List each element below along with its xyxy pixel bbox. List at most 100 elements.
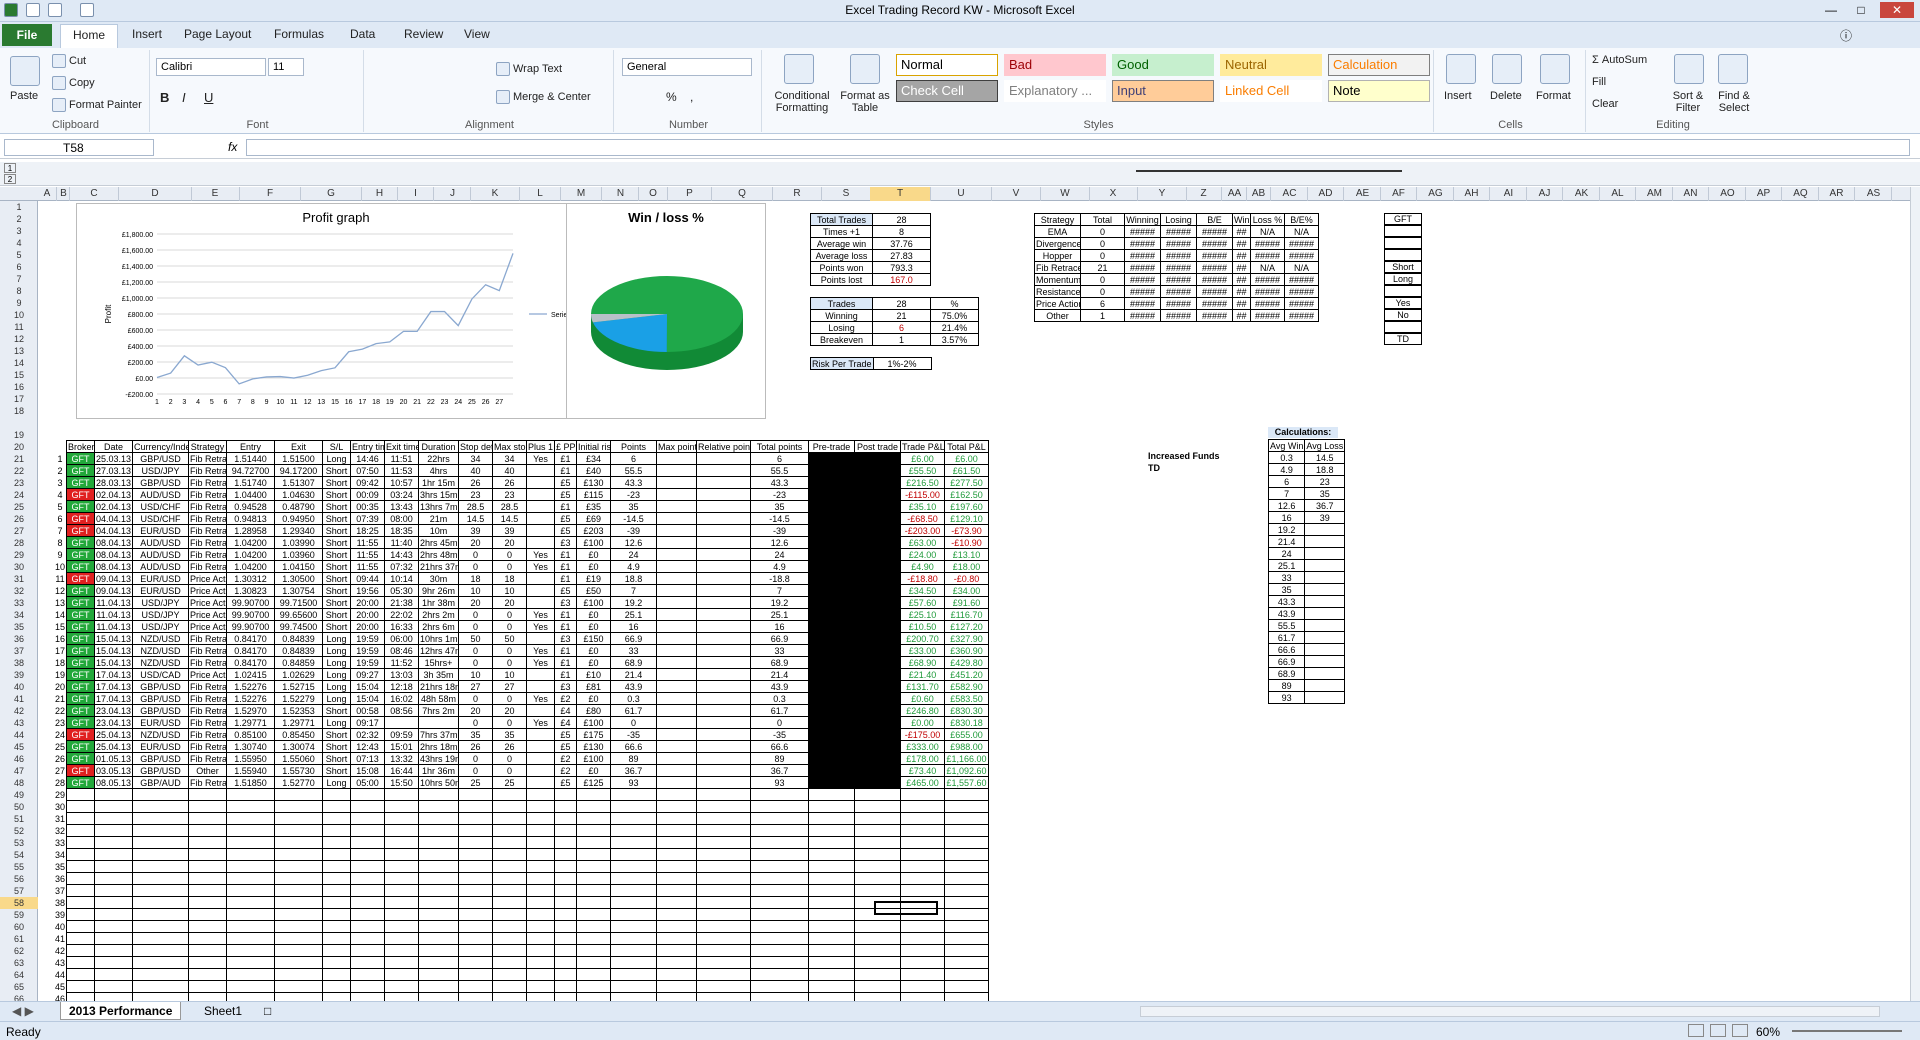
strategy-cell[interactable]: ##### bbox=[1250, 273, 1285, 286]
trade-cell[interactable]: 26 bbox=[492, 476, 528, 489]
trade-cell[interactable] bbox=[94, 836, 134, 849]
trade-cell[interactable] bbox=[384, 884, 420, 897]
trade-cell[interactable]: 0 bbox=[458, 764, 494, 777]
help-icon[interactable]: ⓘ bbox=[1840, 27, 1852, 44]
trade-cell[interactable]: -23 bbox=[750, 488, 810, 501]
trade-cell[interactable]: 0 bbox=[458, 716, 494, 729]
row-header-35[interactable]: 35 bbox=[0, 621, 38, 633]
trade-cell[interactable] bbox=[854, 512, 902, 525]
column-header-AD[interactable]: AD bbox=[1308, 187, 1344, 201]
trade-cell[interactable]: Short bbox=[322, 764, 352, 777]
cell-style-good[interactable]: Good bbox=[1112, 54, 1214, 76]
trade-cell[interactable] bbox=[188, 956, 228, 969]
trade-cell[interactable] bbox=[808, 752, 856, 765]
trade-cell[interactable] bbox=[854, 500, 902, 513]
trade-cell[interactable]: 0.94528 bbox=[226, 500, 276, 513]
trade-cell[interactable]: Short bbox=[322, 728, 352, 741]
trade-cell[interactable]: 1.52276 bbox=[226, 680, 276, 693]
strategy-cell[interactable]: ## bbox=[1232, 285, 1251, 298]
trade-cell[interactable] bbox=[526, 704, 556, 717]
trade-cell[interactable]: 50 bbox=[492, 632, 528, 645]
trade-cell[interactable]: 93 bbox=[750, 776, 810, 789]
trade-cell[interactable] bbox=[322, 896, 352, 909]
row-header-2[interactable]: 2 bbox=[0, 213, 38, 225]
trade-cell[interactable]: Short bbox=[322, 524, 352, 537]
column-header-AJ[interactable]: AJ bbox=[1527, 187, 1563, 201]
trade-cell[interactable] bbox=[384, 968, 420, 981]
trade-cell[interactable]: 20 bbox=[458, 536, 494, 549]
column-header-F[interactable]: F bbox=[240, 187, 301, 201]
trade-cell[interactable] bbox=[526, 872, 556, 885]
trade-cell[interactable]: 0.84170 bbox=[226, 632, 276, 645]
trade-cell[interactable] bbox=[854, 788, 902, 801]
trade-cell[interactable] bbox=[554, 992, 578, 1001]
trade-cell[interactable]: 18 bbox=[492, 572, 528, 585]
trade-cell[interactable]: Long bbox=[322, 668, 352, 681]
calc-cell[interactable] bbox=[1304, 655, 1346, 668]
trade-cell[interactable]: £0 bbox=[576, 560, 612, 573]
trade-cell[interactable]: 10:14 bbox=[384, 572, 420, 585]
trade-cell[interactable]: £50 bbox=[576, 584, 612, 597]
strategy-cell[interactable]: ##### bbox=[1284, 297, 1319, 310]
column-header-AL[interactable]: AL bbox=[1600, 187, 1636, 201]
trade-cell[interactable] bbox=[808, 668, 856, 681]
trade-cell[interactable] bbox=[94, 968, 134, 981]
trade-cell[interactable] bbox=[554, 860, 578, 873]
trade-cell[interactable]: 43hrs 19m bbox=[418, 752, 460, 765]
trade-cell[interactable] bbox=[188, 860, 228, 873]
trade-cell[interactable] bbox=[696, 896, 752, 909]
trade-cell[interactable]: 11.04.13 bbox=[94, 608, 134, 621]
trade-cell[interactable]: 05:00 bbox=[350, 776, 386, 789]
trade-cell[interactable]: £582.90 bbox=[944, 680, 990, 693]
trade-cell[interactable] bbox=[696, 740, 752, 753]
trade-cell[interactable] bbox=[750, 944, 810, 957]
trade-cell[interactable] bbox=[226, 836, 276, 849]
trade-cell[interactable]: £116.70 bbox=[944, 608, 990, 621]
trade-cell[interactable]: 7 bbox=[610, 584, 658, 597]
trade-cell[interactable]: 03.05.13 bbox=[94, 764, 134, 777]
trade-cell[interactable]: £40 bbox=[576, 464, 612, 477]
trade-cell[interactable] bbox=[274, 836, 324, 849]
trade-cell[interactable] bbox=[418, 956, 460, 969]
summary-value[interactable]: 28 bbox=[872, 213, 931, 226]
trade-cell[interactable]: -£10.90 bbox=[944, 536, 990, 549]
trade-cell[interactable] bbox=[384, 908, 420, 921]
trade-cell[interactable]: 22hrs bbox=[418, 452, 460, 465]
trade-cell[interactable] bbox=[492, 932, 528, 945]
trade-cell[interactable] bbox=[610, 872, 658, 885]
trade-cell[interactable]: £655.00 bbox=[944, 728, 990, 741]
trade-cell[interactable] bbox=[418, 872, 460, 885]
trade-cell[interactable]: 10 bbox=[492, 584, 528, 597]
trade-cell[interactable] bbox=[350, 992, 386, 1001]
trade-cell[interactable]: £35 bbox=[576, 500, 612, 513]
trade-cell[interactable] bbox=[526, 944, 556, 957]
trade-cell[interactable]: USD/JPY bbox=[132, 464, 190, 477]
trade-cell[interactable]: 11:52 bbox=[384, 656, 420, 669]
trade-cell[interactable] bbox=[322, 824, 352, 837]
trade-cell[interactable]: 20 bbox=[458, 596, 494, 609]
trade-cell[interactable] bbox=[696, 956, 752, 969]
strategy-cell[interactable]: ## bbox=[1232, 309, 1251, 322]
trade-cell[interactable] bbox=[656, 692, 698, 705]
trade-cell[interactable] bbox=[750, 896, 810, 909]
trade-cell[interactable]: £34.50 bbox=[900, 584, 946, 597]
trade-cell[interactable]: 0 bbox=[492, 656, 528, 669]
trade-cell[interactable]: 03:24 bbox=[384, 488, 420, 501]
format-as-table-button[interactable]: Format as Table bbox=[840, 90, 890, 114]
conditional-formatting-button[interactable]: Conditional Formatting bbox=[770, 90, 834, 114]
trade-cell[interactable]: £91.60 bbox=[944, 596, 990, 609]
trade-cell[interactable] bbox=[656, 608, 698, 621]
trade-cell[interactable]: 1.04630 bbox=[274, 488, 324, 501]
trade-cell[interactable]: Fib Retrace bbox=[188, 740, 228, 753]
trade-cell[interactable] bbox=[696, 680, 752, 693]
trade-cell[interactable]: 7hrs 37m bbox=[418, 728, 460, 741]
calc-cell[interactable]: 55.5 bbox=[1267, 619, 1306, 632]
trade-cell[interactable]: 0 bbox=[492, 548, 528, 561]
trade-cell[interactable] bbox=[808, 968, 856, 981]
winloss-cell[interactable]: Breakeven bbox=[810, 333, 873, 346]
trade-cell[interactable]: Fib Retrace bbox=[188, 536, 228, 549]
trade-cell[interactable] bbox=[696, 728, 752, 741]
trade-cell[interactable]: 1hr 15m bbox=[418, 476, 460, 489]
trade-cell[interactable] bbox=[322, 848, 352, 861]
trade-cell[interactable] bbox=[94, 824, 134, 837]
